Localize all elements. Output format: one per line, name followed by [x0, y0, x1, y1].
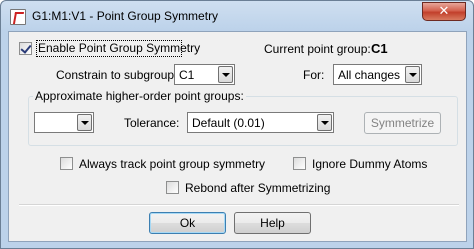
approximate-group-label: Approximate higher-order point groups: — [33, 89, 246, 103]
ignore-dummy-atoms-checkbox[interactable] — [293, 157, 306, 170]
close-button[interactable]: ✕ — [422, 2, 466, 21]
current-point-group-label: Current point group: — [264, 42, 371, 56]
footer-separator — [19, 204, 459, 206]
enable-point-group-symmetry-checkbox[interactable] — [19, 42, 32, 55]
approximate-point-group-select[interactable] — [34, 112, 94, 133]
always-track-label[interactable]: Always track point group symmetry — [79, 157, 265, 171]
chevron-down-icon[interactable] — [317, 114, 332, 131]
constrain-subgroup-value: C1 — [179, 68, 195, 82]
current-point-group-value: C1 — [371, 41, 388, 56]
constrain-subgroup-select[interactable]: C1 — [174, 64, 235, 85]
tolerance-label: Tolerance: — [124, 116, 180, 130]
chevron-down-icon[interactable] — [405, 66, 420, 83]
dialog-body: Enable Point Group Symmetry Current poin… — [8, 31, 467, 242]
help-button[interactable]: Help — [234, 212, 311, 234]
close-icon: ✕ — [438, 4, 450, 19]
tolerance-select[interactable]: Default (0.01) — [187, 112, 334, 133]
for-select-value: All changes — [338, 68, 401, 82]
tolerance-value: Default (0.01) — [192, 116, 265, 130]
chevron-down-icon[interactable] — [218, 66, 233, 83]
rebond-after-symmetrizing-checkbox[interactable] — [166, 181, 179, 194]
symmetrize-button[interactable]: Symmetrize — [364, 112, 441, 134]
dialog-window: G1:M1:V1 - Point Group Symmetry ✕ Enable… — [0, 0, 474, 249]
app-icon — [10, 9, 26, 25]
enable-point-group-symmetry-label[interactable]: Enable Point Group Symmetry — [38, 41, 200, 55]
ignore-dummy-atoms-label[interactable]: Ignore Dummy Atoms — [312, 157, 427, 171]
title-bar[interactable]: G1:M1:V1 - Point Group Symmetry ✕ — [1, 1, 473, 31]
for-label: For: — [303, 68, 325, 82]
for-select[interactable]: All changes — [333, 64, 422, 85]
chevron-down-icon[interactable] — [77, 114, 92, 131]
ok-button[interactable]: Ok — [149, 212, 226, 234]
constrain-to-subgroup-label: Constrain to subgroup: — [56, 68, 178, 82]
window-title: G1:M1:V1 - Point Group Symmetry — [32, 9, 219, 23]
rebond-after-symmetrizing-label[interactable]: Rebond after Symmetrizing — [185, 181, 330, 195]
always-track-checkbox[interactable] — [60, 157, 73, 170]
